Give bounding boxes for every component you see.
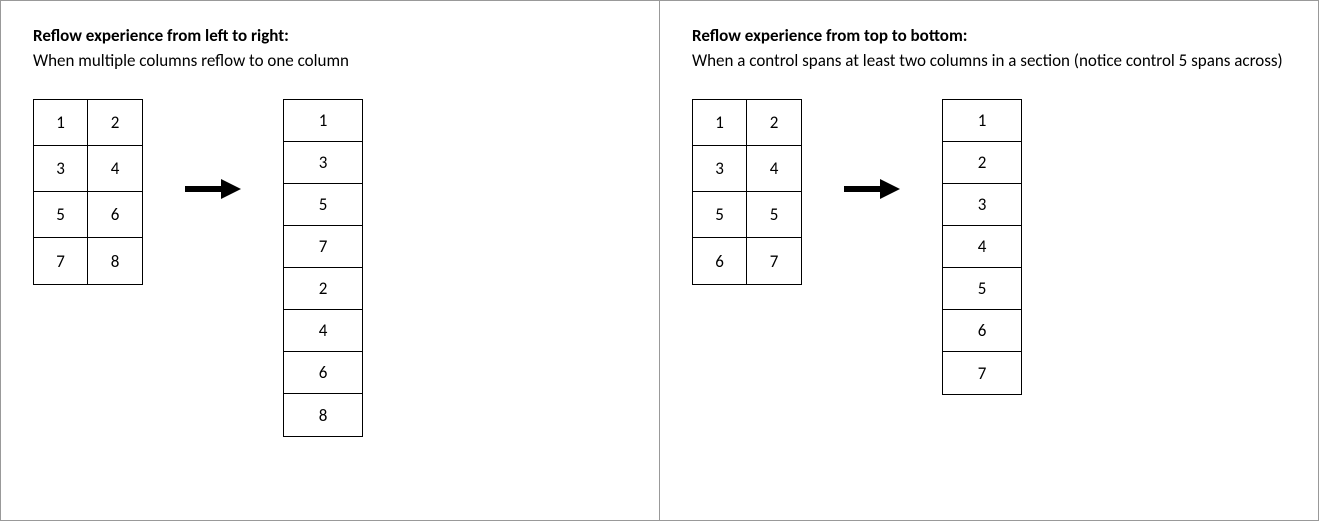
left-heading: Reflow experience from left to right: bbox=[33, 25, 627, 46]
grid-cell: 1 bbox=[693, 100, 747, 146]
arrow-icon bbox=[183, 99, 243, 279]
column-cell: 6 bbox=[943, 310, 1021, 352]
grid-cell: 5 bbox=[34, 192, 88, 238]
grid-cell: 8 bbox=[88, 238, 142, 284]
grid-cell: 6 bbox=[88, 192, 142, 238]
arrow-icon bbox=[842, 99, 902, 279]
left-panel: Reflow experience from left to right: Wh… bbox=[1, 1, 659, 520]
right-panel: Reflow experience from top to bottom: Wh… bbox=[660, 1, 1318, 520]
grid-cell: 3 bbox=[34, 146, 88, 192]
grid-cell: 2 bbox=[747, 100, 801, 146]
left-subheading: When multiple columns reflow to one colu… bbox=[33, 50, 627, 71]
grid-cell: 3 bbox=[693, 146, 747, 192]
left-grid-before: 1 2 3 4 5 6 7 8 bbox=[33, 99, 143, 285]
column-cell: 4 bbox=[943, 226, 1021, 268]
right-heading: Reflow experience from top to bottom: bbox=[692, 25, 1286, 46]
column-cell: 4 bbox=[284, 310, 362, 352]
column-cell: 2 bbox=[943, 142, 1021, 184]
column-cell: 5 bbox=[943, 268, 1021, 310]
grid-cell: 6 bbox=[693, 238, 747, 284]
column-cell: 5 bbox=[284, 184, 362, 226]
column-cell: 7 bbox=[943, 352, 1021, 394]
column-cell: 8 bbox=[284, 394, 362, 436]
grid-cell: 1 bbox=[34, 100, 88, 146]
column-cell: 3 bbox=[943, 184, 1021, 226]
column-cell: 1 bbox=[284, 100, 362, 142]
grid-cell: 7 bbox=[747, 238, 801, 284]
column-cell: 6 bbox=[284, 352, 362, 394]
grid-cell: 5 bbox=[747, 192, 801, 238]
column-cell: 1 bbox=[943, 100, 1021, 142]
right-column-after: 1 2 3 4 5 6 7 bbox=[942, 99, 1022, 395]
diagram-frame: Reflow experience from left to right: Wh… bbox=[0, 0, 1319, 521]
column-cell: 2 bbox=[284, 268, 362, 310]
grid-cell: 4 bbox=[747, 146, 801, 192]
column-cell: 7 bbox=[284, 226, 362, 268]
grid-cell: 4 bbox=[88, 146, 142, 192]
right-diagram: 1 2 3 4 5 5 6 7 bbox=[692, 99, 1286, 395]
grid-cell: 7 bbox=[34, 238, 88, 284]
right-subheading: When a control spans at least two column… bbox=[692, 50, 1286, 71]
left-column-after: 1 3 5 7 2 4 6 8 bbox=[283, 99, 363, 437]
left-diagram: 1 2 3 4 5 6 7 8 bbox=[33, 99, 627, 437]
right-grid-before: 1 2 3 4 5 5 6 7 bbox=[692, 99, 802, 285]
grid-cell: 5 bbox=[693, 192, 747, 238]
column-cell: 3 bbox=[284, 142, 362, 184]
grid-cell: 2 bbox=[88, 100, 142, 146]
